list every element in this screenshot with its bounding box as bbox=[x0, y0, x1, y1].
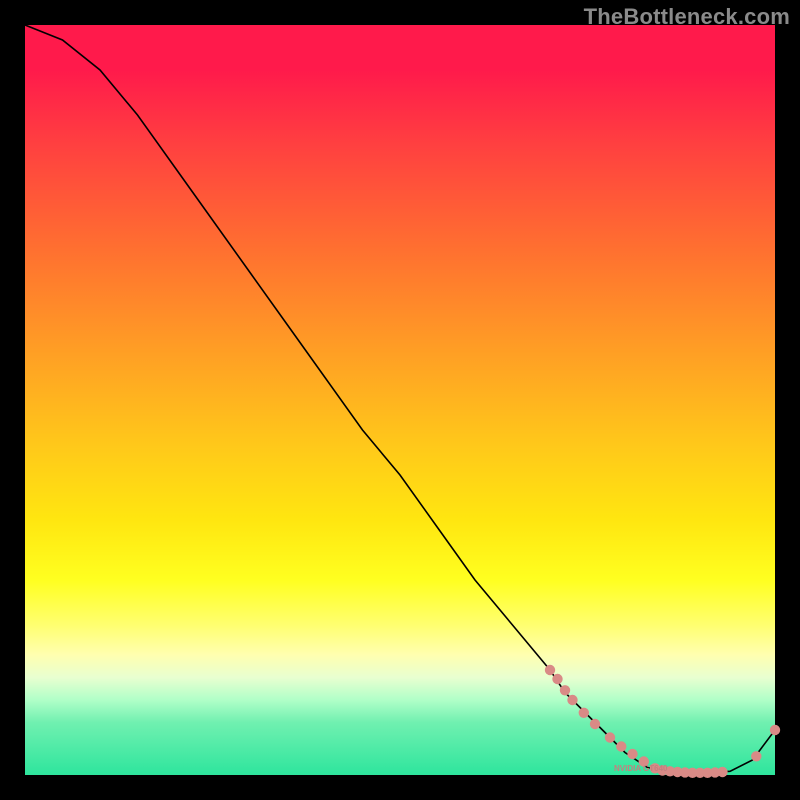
highlight-dot bbox=[567, 695, 577, 705]
highlight-dot bbox=[717, 767, 727, 777]
chart-plot-area: NVIDIA GT640 bbox=[25, 25, 775, 775]
highlight-dot bbox=[590, 719, 600, 729]
highlight-dot bbox=[560, 685, 570, 695]
chart-stage: NVIDIA GT640 TheBottleneck.com bbox=[0, 0, 800, 800]
chart-svg bbox=[25, 25, 775, 775]
highlight-dot bbox=[605, 732, 615, 742]
highlight-dot bbox=[579, 708, 589, 718]
bottleneck-curve bbox=[25, 25, 775, 773]
highlight-dot bbox=[616, 741, 626, 751]
watermark-text: TheBottleneck.com bbox=[584, 4, 790, 30]
series-micro-label: NVIDIA GT640 bbox=[614, 764, 668, 773]
highlight-dot bbox=[627, 749, 637, 759]
highlight-dot bbox=[751, 751, 761, 761]
highlight-dot bbox=[545, 665, 555, 675]
highlight-dot bbox=[552, 674, 562, 684]
highlight-dot bbox=[770, 725, 780, 735]
highlight-dots bbox=[545, 665, 780, 778]
